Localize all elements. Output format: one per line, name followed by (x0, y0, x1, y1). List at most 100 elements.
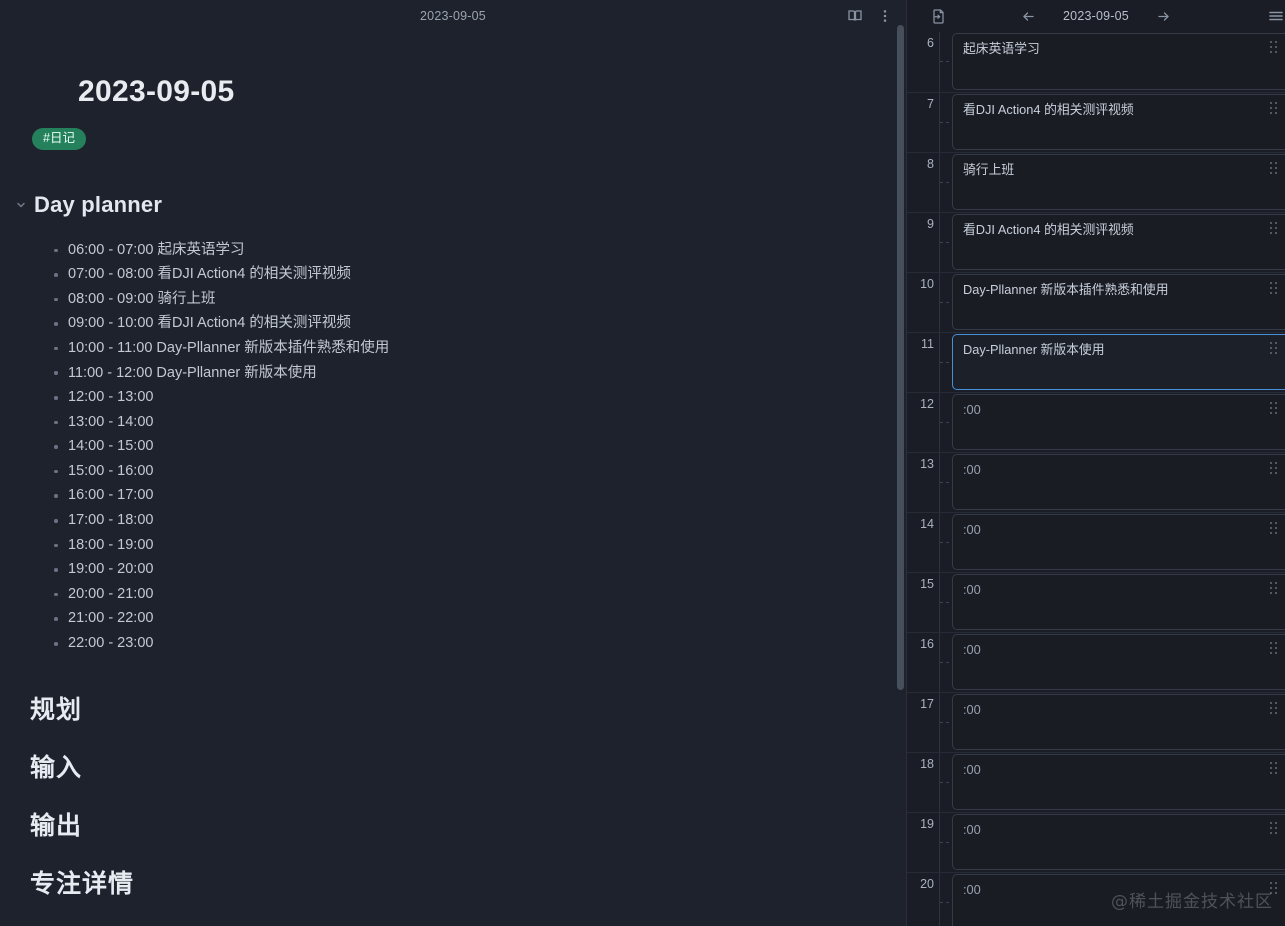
hour-task-card[interactable]: 看DJI Action4 的相关测评视频 (952, 214, 1285, 270)
hour-gutter: 17 (907, 693, 939, 752)
planner-list-item[interactable]: 21:00 - 22:00 (50, 606, 866, 631)
hour-rail (939, 453, 952, 512)
hour-task-card[interactable]: 看DJI Action4 的相关测评视频 (952, 94, 1285, 150)
day-planner-panel: 2023-09-05 6 起床英语学习 7 看DJI Action4 的相关测评视频 8… (906, 0, 1285, 926)
drag-handle-icon[interactable] (1270, 402, 1279, 415)
hour-task-card[interactable]: 骑行上班 (952, 154, 1285, 210)
hour-task-text: 看DJI Action4 的相关测评视频 (963, 222, 1134, 237)
hour-task-card[interactable]: :00 (952, 394, 1285, 450)
planner-list-item[interactable]: 20:00 - 21:00 (50, 582, 866, 607)
heading-output: 输出 (30, 811, 83, 840)
hour-task-text: Day-Pllanner 新版本使用 (963, 342, 1105, 357)
hour-rail (939, 873, 952, 926)
planner-list-item[interactable]: 22:00 - 23:00 (50, 631, 866, 656)
drag-handle-icon[interactable] (1270, 882, 1279, 895)
tag-row: #日记 (32, 128, 866, 150)
note-tab-title[interactable]: 2023-09-05 (420, 9, 486, 23)
drag-handle-icon[interactable] (1270, 102, 1279, 115)
planner-list-item[interactable]: 06:00 - 07:00 起床英语学习 (50, 238, 866, 263)
chevron-down-icon[interactable] (14, 198, 28, 212)
planner-list-item[interactable]: 14:00 - 15:00 (50, 434, 866, 459)
book-icon[interactable] (842, 3, 868, 29)
planner-list-item[interactable]: 12:00 - 13:00 (50, 385, 866, 410)
planner-list-item[interactable]: 08:00 - 09:00 骑行上班 (50, 287, 866, 312)
planner-list-item[interactable]: 15:00 - 16:00 (50, 459, 866, 484)
hour-row: 11 Day-Pllanner 新版本使用 (907, 332, 1285, 392)
hour-rail (939, 513, 952, 572)
drag-handle-icon[interactable] (1270, 162, 1279, 175)
drag-handle-icon[interactable] (1270, 462, 1279, 475)
planner-list-item[interactable]: 11:00 - 12:00 Day-Pllanner 新版本使用 (50, 360, 866, 385)
hour-task-card[interactable]: :00 (952, 694, 1285, 750)
hour-gutter: 15 (907, 573, 939, 632)
drag-handle-icon[interactable] (1270, 702, 1279, 715)
hour-number: 12 (920, 397, 934, 411)
hour-row: 16 :00 (907, 632, 1285, 692)
drag-handle-icon[interactable] (1270, 41, 1279, 54)
hour-gutter: 13 (907, 453, 939, 512)
drag-handle-icon[interactable] (1270, 222, 1279, 235)
planner-list-item[interactable]: 19:00 - 20:00 (50, 557, 866, 582)
hour-task-card[interactable]: :00 (952, 874, 1285, 926)
hour-task-card[interactable]: :00 (952, 454, 1285, 510)
note-vertical-scrollbar[interactable] (897, 25, 904, 690)
drag-handle-icon[interactable] (1270, 762, 1279, 775)
hour-task-text: :00 (963, 702, 981, 717)
hour-rail (939, 32, 952, 92)
hour-task-card-selected[interactable]: Day-Pllanner 新版本使用 (952, 334, 1285, 390)
planner-current-date[interactable]: 2023-09-05 (1063, 9, 1129, 23)
page-title: 2023-09-05 (78, 75, 235, 108)
hour-row: 14:00 (907, 512, 1285, 572)
planner-list-item[interactable]: 09:00 - 10:00 看DJI Action4 的相关测评视频 (50, 311, 866, 336)
drag-handle-icon[interactable] (1270, 822, 1279, 835)
planner-list-item[interactable]: 16:00 - 17:00 (50, 483, 866, 508)
hour-rail (939, 573, 952, 632)
hour-rows-container: 6 起床英语学习 7 看DJI Action4 的相关测评视频 8 骑行上班 9 看DJI A… (907, 32, 1285, 926)
hour-gutter: 20 (907, 873, 939, 926)
hour-rail (939, 693, 952, 752)
hour-gutter: 16 (907, 633, 939, 692)
hour-gutter: 9 (907, 213, 939, 272)
hour-task-text: Day-Pllanner 新版本插件熟悉和使用 (963, 282, 1169, 297)
hour-number: 18 (920, 757, 934, 771)
hour-task-card[interactable]: :00 (952, 634, 1285, 690)
drag-handle-icon[interactable] (1270, 282, 1279, 295)
hour-gutter: 10 (907, 273, 939, 332)
more-vertical-icon[interactable] (872, 3, 898, 29)
app-window: 2023-09-05 2023-09-05 #日记 Day planner 06… (0, 0, 1285, 926)
planner-list-item[interactable]: 18:00 - 19:00 (50, 533, 866, 558)
hour-task-card[interactable]: :00 (952, 814, 1285, 870)
hour-rail (939, 393, 952, 452)
planner-header: 2023-09-05 (907, 0, 1285, 32)
hour-task-card[interactable]: :00 (952, 514, 1285, 570)
file-import-icon[interactable] (925, 3, 951, 29)
note-content: 2023-09-05 #日记 Day planner 06:00 - 07:00… (0, 32, 906, 926)
hour-row: 18 :00 (907, 752, 1285, 812)
hour-gutter: 11 (907, 333, 939, 392)
drag-handle-icon[interactable] (1270, 582, 1279, 595)
section-title: Day planner (34, 191, 163, 217)
hamburger-menu-icon[interactable] (1263, 3, 1285, 29)
planner-list-item[interactable]: 17:00 - 18:00 (50, 508, 866, 533)
hour-rail (939, 93, 952, 152)
hour-rail (939, 153, 952, 212)
drag-handle-icon[interactable] (1270, 642, 1279, 655)
hour-number: 19 (920, 817, 934, 831)
arrow-left-icon[interactable] (1015, 3, 1041, 29)
hour-task-card[interactable]: :00 (952, 574, 1285, 630)
planner-list-item[interactable]: 13:00 - 14:00 (50, 410, 866, 435)
hour-task-text: :00 (963, 642, 981, 657)
day-planner-heading: Day planner (14, 192, 866, 218)
heading-planning: 规划 (30, 695, 83, 724)
tag-diary[interactable]: #日记 (32, 128, 86, 150)
planner-list-item[interactable]: 10:00 - 11:00 Day-Pllanner 新版本插件熟悉和使用 (50, 336, 866, 361)
note-pane: 2023-09-05 2023-09-05 #日记 Day planner 06… (0, 0, 906, 926)
drag-handle-icon[interactable] (1270, 522, 1279, 535)
hour-task-card[interactable]: 起床英语学习 (952, 33, 1285, 90)
heading-focus-detail: 专注详情 (30, 869, 135, 898)
hour-task-card[interactable]: :00 (952, 754, 1285, 810)
arrow-right-icon[interactable] (1151, 3, 1177, 29)
hour-task-card[interactable]: Day-Pllanner 新版本插件熟悉和使用 (952, 274, 1285, 330)
planner-list-item[interactable]: 07:00 - 08:00 看DJI Action4 的相关测评视频 (50, 262, 866, 287)
drag-handle-icon[interactable] (1270, 342, 1279, 355)
